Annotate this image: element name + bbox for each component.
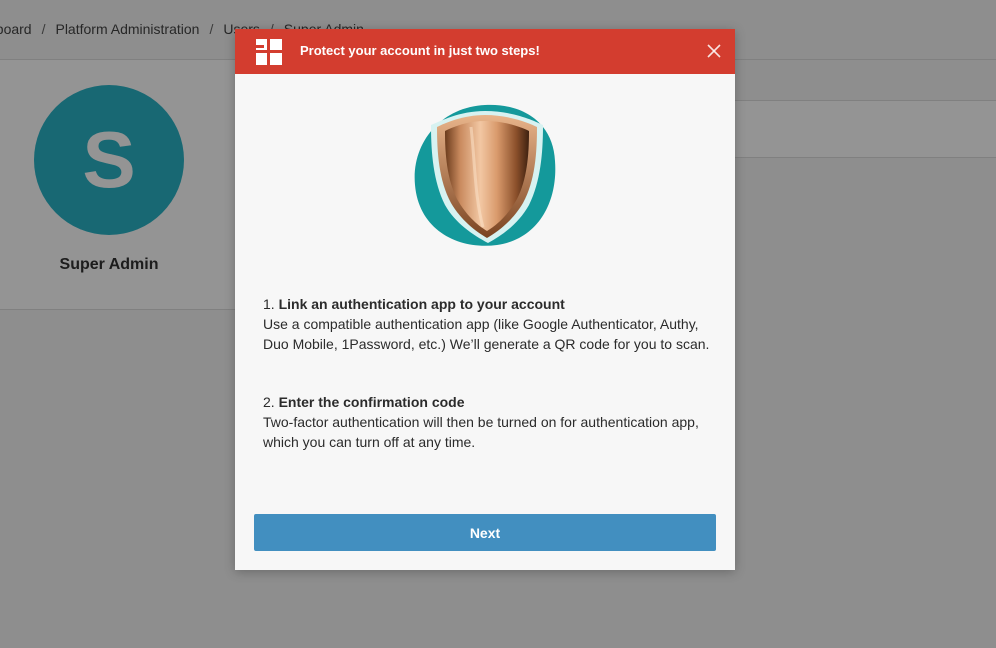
- step-title: Enter the confirmation code: [278, 394, 465, 410]
- step-description: Use a compatible authentication app (lik…: [263, 316, 710, 352]
- two-factor-modal: Protect your account in just two steps!: [235, 29, 735, 570]
- step-number: 2.: [263, 394, 275, 410]
- step-link-app: 1. Link an authentication app to your ac…: [263, 294, 713, 354]
- step-number: 1.: [263, 296, 275, 312]
- app-logo-icon: [256, 39, 282, 65]
- next-button[interactable]: Next: [254, 514, 716, 551]
- step-title: Link an authentication app to your accou…: [278, 296, 565, 312]
- shield-icon: [414, 104, 556, 246]
- close-icon[interactable]: [705, 42, 723, 60]
- step-description: Two-factor authentication will then be t…: [263, 414, 699, 450]
- modal-title: Protect your account in just two steps!: [300, 43, 540, 58]
- modal-header: Protect your account in just two steps!: [235, 29, 735, 74]
- step-enter-code: 2. Enter the confirmation code Two-facto…: [263, 392, 713, 452]
